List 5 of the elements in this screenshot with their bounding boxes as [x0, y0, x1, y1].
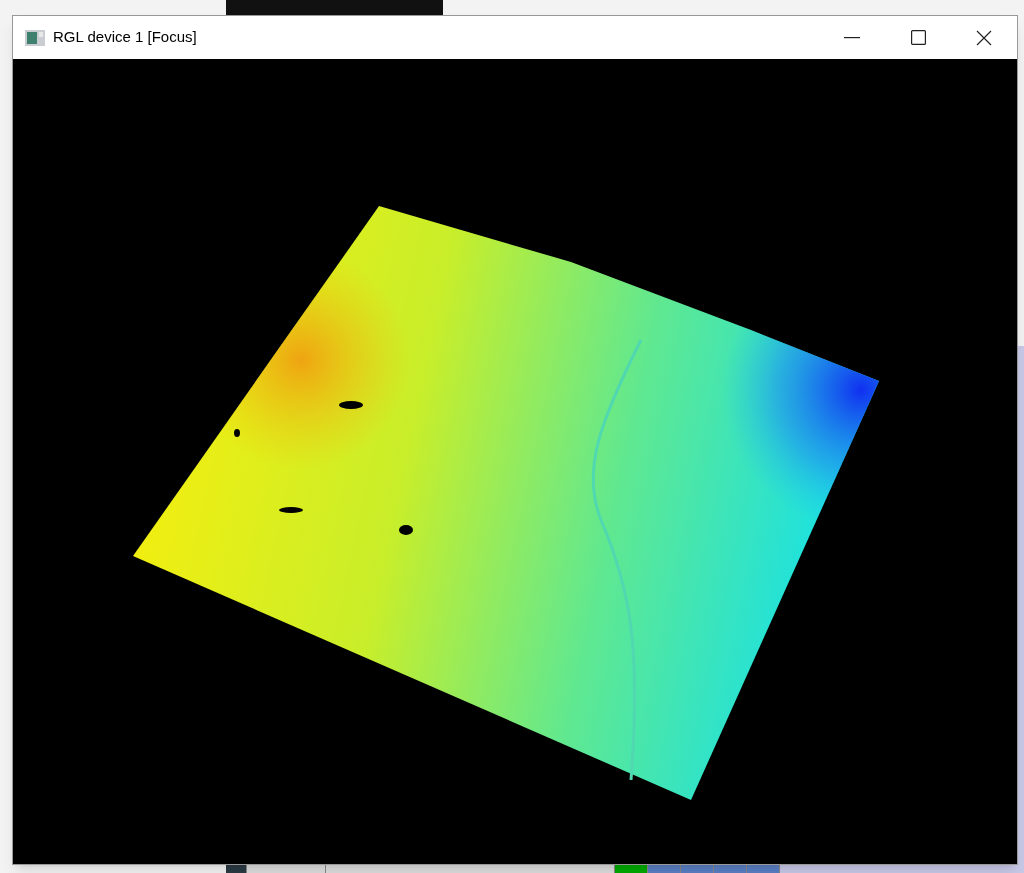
- window-title: RGL device 1 [Focus]: [53, 27, 197, 48]
- maximize-icon: [910, 30, 926, 45]
- minimize-icon: [844, 36, 860, 39]
- close-icon: [976, 29, 992, 46]
- app-icon: [25, 28, 45, 47]
